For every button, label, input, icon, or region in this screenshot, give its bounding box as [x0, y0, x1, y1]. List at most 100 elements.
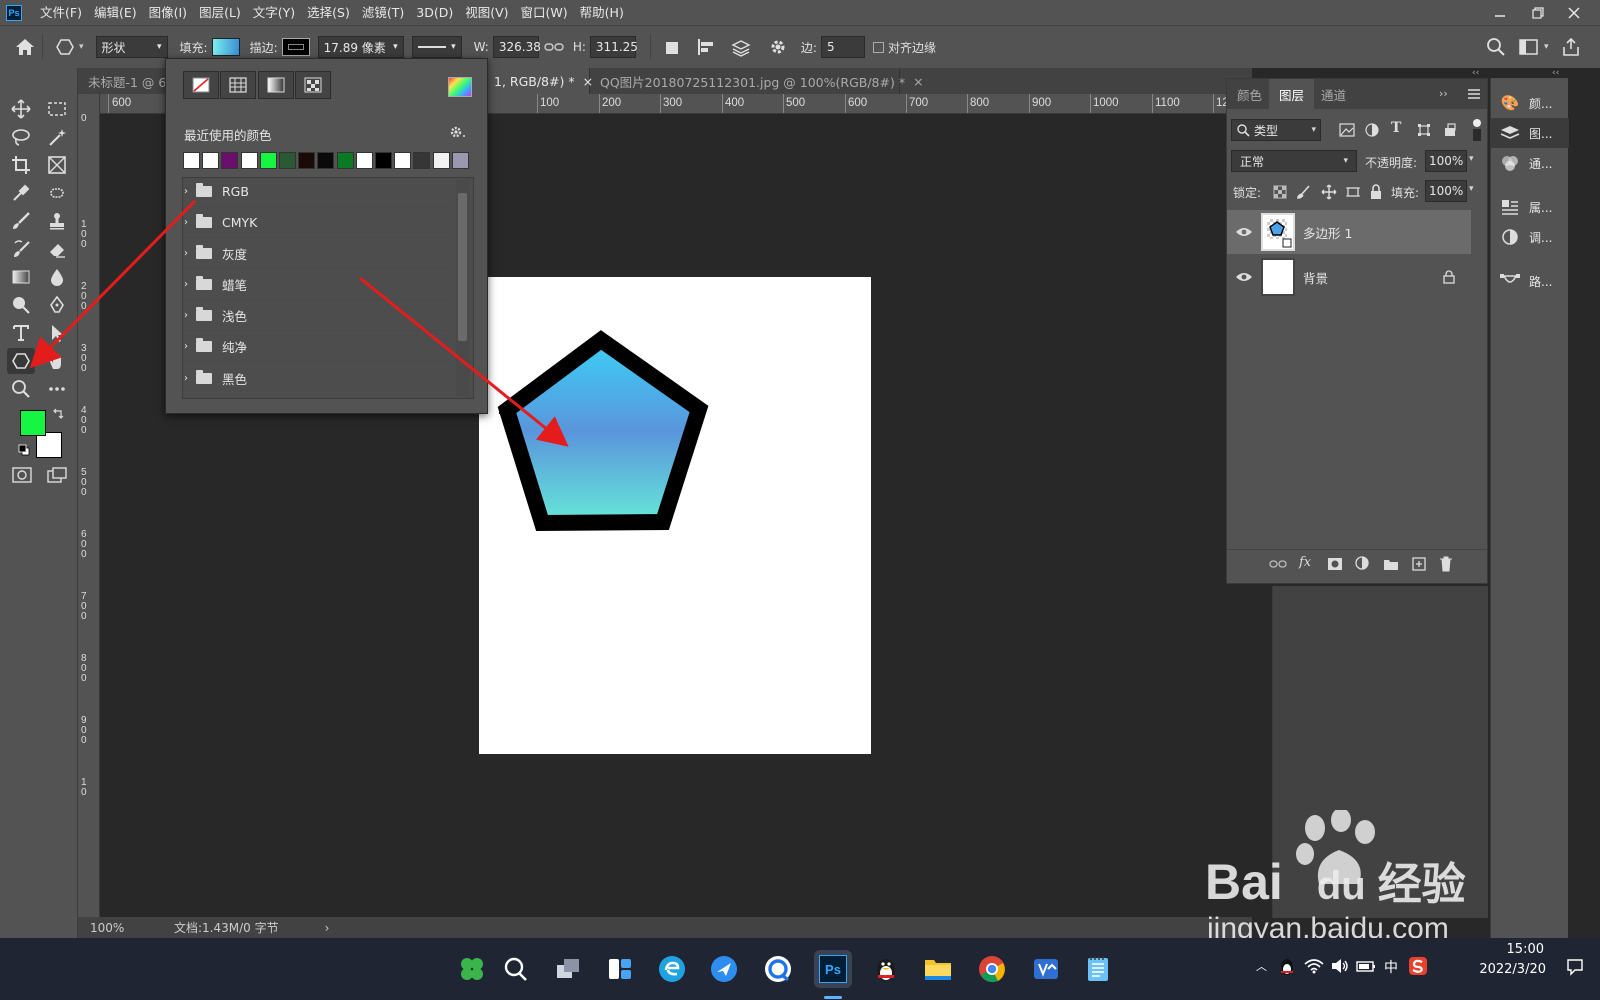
task-view-button[interactable] — [552, 953, 584, 985]
close-button[interactable] — [1556, 0, 1592, 25]
recent-color-swatch[interactable] — [336, 152, 354, 169]
file-explorer-app[interactable] — [922, 953, 954, 985]
delete-layer-icon[interactable] — [1439, 556, 1453, 572]
volume-icon[interactable] — [1330, 958, 1350, 974]
pattern-button[interactable] — [295, 71, 331, 99]
lock-pixels-icon[interactable] — [1297, 185, 1311, 199]
chevron-down-icon[interactable]: ▾ — [1469, 184, 1474, 194]
clone-stamp-tool[interactable] — [43, 208, 71, 234]
menu-layer[interactable]: 图层(L) — [193, 0, 247, 25]
stroke-swatch[interactable] — [281, 38, 310, 56]
polygon-tool[interactable] — [7, 348, 35, 374]
edge-app[interactable] — [656, 953, 688, 985]
menu-window[interactable]: 窗口(W) — [515, 0, 574, 25]
recent-color-swatch[interactable] — [394, 152, 412, 169]
start-button[interactable] — [456, 953, 488, 985]
recent-color-swatch[interactable] — [298, 152, 316, 169]
sides-input[interactable]: 5 — [820, 36, 865, 58]
visio-app[interactable] — [1030, 953, 1062, 985]
lock-transparent-icon[interactable] — [1273, 185, 1287, 199]
gradient-button[interactable] — [258, 71, 294, 99]
dock-adjustments[interactable]: 调... — [1491, 222, 1569, 252]
photoshop-app[interactable]: Ps — [814, 950, 852, 988]
move-tool[interactable] — [7, 96, 35, 122]
filter-type-icon[interactable]: T — [1391, 120, 1401, 136]
eye-icon[interactable] — [1235, 226, 1253, 238]
add-mask-icon[interactable] — [1327, 557, 1343, 571]
swatch-group-light[interactable]: › 浅色 — [184, 301, 454, 331]
zoom-tool[interactable] — [7, 376, 35, 402]
blend-mode-select[interactable]: 正常 ▾ — [1231, 150, 1357, 172]
panel-collapse-arrow[interactable]: ‹‹ — [1472, 68, 1488, 78]
workspace-icon[interactable] — [1518, 37, 1540, 57]
swatch-group-dark[interactable]: › 黑色 — [184, 363, 454, 393]
path-alignment-icon[interactable] — [695, 37, 717, 57]
gear-icon[interactable] — [767, 36, 789, 58]
dock-color[interactable]: 🎨 颜... — [1491, 88, 1569, 118]
width-input[interactable]: 326.38 — [492, 36, 541, 58]
clock-time[interactable]: 15:00 — [1484, 942, 1544, 957]
swatch-group-rgb[interactable]: › RGB — [184, 177, 454, 207]
scrollbar-thumb[interactable] — [458, 193, 467, 341]
crop-tool[interactable] — [7, 152, 35, 178]
adjustment-layer-icon[interactable] — [1355, 556, 1371, 572]
tool-preset-picker[interactable]: ▾ — [55, 38, 84, 56]
brush-tool[interactable] — [7, 208, 35, 234]
link-icon[interactable] — [543, 40, 565, 54]
tab-layers[interactable]: 图层 — [1269, 79, 1315, 109]
widgets-button[interactable] — [604, 953, 636, 985]
swatch-group-cmyk[interactable]: › CMYK — [184, 208, 454, 238]
tab-untitled[interactable]: 未标题-1 @ 6 — [78, 68, 166, 94]
filter-adjustment-icon[interactable] — [1365, 123, 1379, 137]
recent-color-swatch[interactable] — [355, 152, 373, 169]
tab-qq-image[interactable]: QQ图片20180725112301.jpg @ 100%(RGB/8#) * × — [590, 68, 924, 94]
eraser-tool[interactable] — [43, 236, 71, 262]
lasso-tool[interactable] — [7, 124, 35, 150]
panel-menu-icon[interactable] — [1467, 87, 1481, 101]
screen-mode-icon[interactable] — [46, 466, 68, 484]
marquee-tool[interactable] — [43, 96, 71, 122]
recent-color-swatch[interactable] — [221, 152, 239, 169]
menu-filter[interactable]: 滤镜(T) — [356, 0, 410, 25]
dock-layers[interactable]: 图... — [1491, 118, 1569, 148]
layer-row-polygon[interactable]: 多边形 1 — [1227, 210, 1471, 254]
dodge-tool[interactable] — [7, 292, 35, 318]
wifi-icon[interactable] — [1304, 958, 1324, 974]
battery-icon[interactable] — [1356, 958, 1376, 974]
layer-filter-select[interactable]: 类型 ▾ — [1231, 119, 1321, 141]
filter-toggle[interactable] — [1473, 119, 1481, 141]
layer-row-background[interactable]: 背景 — [1227, 255, 1471, 299]
menu-select[interactable]: 选择(S) — [301, 0, 356, 25]
share-icon[interactable] — [1561, 37, 1581, 57]
menu-3d[interactable]: 3D(D) — [410, 0, 459, 25]
swatch-group-grayscale[interactable]: › 灰度 — [184, 239, 454, 269]
recent-color-swatch[interactable] — [202, 152, 220, 169]
recent-color-swatch[interactable] — [183, 152, 200, 169]
default-colors-icon[interactable] — [18, 444, 30, 456]
blur-tool[interactable] — [43, 264, 71, 290]
filter-shape-icon[interactable] — [1417, 123, 1431, 137]
foreground-color-swatch[interactable] — [20, 410, 46, 436]
menu-edit[interactable]: 编辑(E) — [88, 0, 143, 25]
no-fill-button[interactable] — [183, 71, 219, 99]
qq-app[interactable] — [870, 953, 902, 985]
quick-mask-icon[interactable] — [11, 466, 33, 484]
swatch-group-crayon[interactable]: › 蜡笔 — [184, 270, 454, 300]
fill-swatch[interactable] — [211, 38, 240, 56]
link-layers-icon[interactable] — [1269, 557, 1287, 571]
filter-pixel-icon[interactable] — [1339, 123, 1355, 137]
home-icon[interactable] — [14, 37, 36, 57]
lock-position-icon[interactable] — [1321, 184, 1337, 200]
tab-channels[interactable]: 通道 — [1311, 79, 1356, 109]
recent-color-swatch[interactable] — [240, 152, 258, 169]
healing-brush-tool[interactable] — [43, 180, 71, 206]
notepad-app[interactable] — [1082, 953, 1114, 985]
menu-view[interactable]: 视图(V) — [459, 0, 514, 25]
swap-colors-icon[interactable] — [52, 408, 64, 420]
dock-properties[interactable]: 属... — [1491, 192, 1569, 222]
solid-color-button[interactable] — [220, 71, 256, 99]
menu-type[interactable]: 文字(Y) — [247, 0, 301, 25]
history-brush-tool[interactable] — [7, 236, 35, 262]
gear-icon[interactable] — [450, 125, 466, 139]
stroke-type-select[interactable]: ▾ — [411, 36, 462, 58]
